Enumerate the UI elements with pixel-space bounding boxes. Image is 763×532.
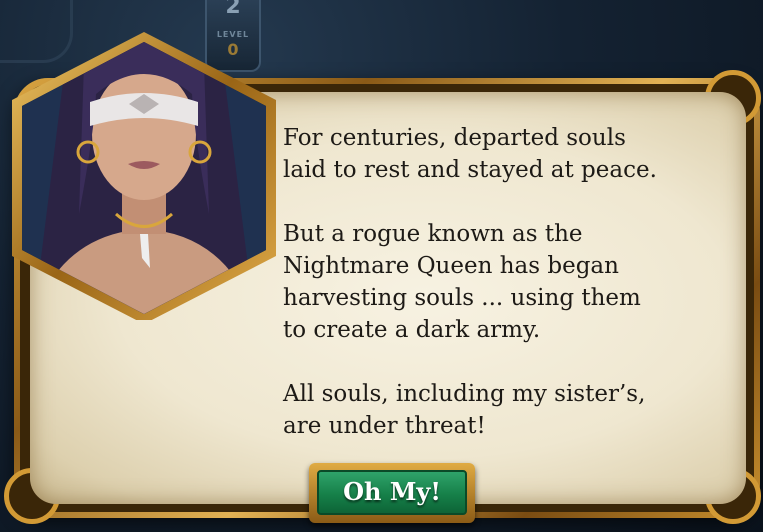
oh-my-button[interactable]: Oh My! [317,470,467,515]
blindfolded-woman-portrait-icon [12,32,276,320]
story-paragraph: All souls, including my sister’s, are un… [283,381,646,439]
story-paragraph: But a rogue known as the Nightmare Queen… [283,221,641,343]
character-portrait [4,14,284,320]
story-paragraph: For centuries, departed souls laid to re… [283,125,657,183]
story-text: For centuries, departed souls laid to re… [283,122,723,474]
